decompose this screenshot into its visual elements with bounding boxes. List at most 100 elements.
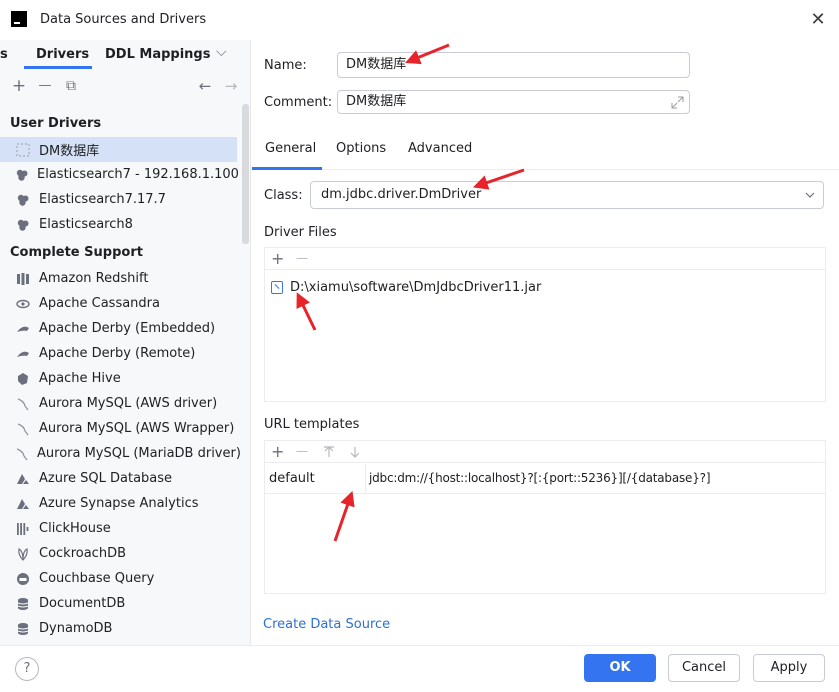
left-tabs: s Drivers DDL Mappings ⌵	[0, 40, 250, 70]
list-item-label: Elasticsearch7 - 192.168.1.100	[37, 167, 239, 182]
tab-drivers[interactable]: Drivers	[36, 47, 89, 62]
list-item[interactable]: Aurora MySQL (MariaDB driver)	[0, 441, 241, 466]
driver-file-path: D:\xiamu\software\DmJdbcDriver11.jar	[290, 279, 542, 295]
group-complete-support: Complete Support	[10, 245, 143, 260]
left-toolbar: + — ⧉ ← →	[0, 76, 250, 98]
url-templates-toolbar: + —	[265, 441, 825, 463]
tab-active-indicator	[24, 66, 92, 69]
list-item-label: Apache Derby (Remote)	[39, 346, 196, 361]
tab-active-indicator	[252, 167, 322, 170]
copy-icon[interactable]: ⧉	[62, 76, 80, 96]
couchbase-icon	[15, 571, 31, 587]
tab-options[interactable]: Options	[336, 141, 386, 156]
forward-arrow-icon[interactable]: →	[222, 76, 240, 96]
list-item[interactable]: Elasticsearch7.17.7	[0, 187, 237, 212]
list-item-label: DocumentDB	[39, 596, 126, 611]
list-item-label: Aurora MySQL (AWS Wrapper)	[39, 421, 235, 436]
url-templates-label: URL templates	[264, 417, 360, 432]
azure-icon	[15, 496, 31, 512]
list-item[interactable]: Apache Cassandra	[0, 291, 237, 316]
add-icon[interactable]: +	[271, 442, 284, 461]
tab-advanced[interactable]: Advanced	[408, 141, 472, 156]
list-item[interactable]: ClickHouse	[0, 516, 237, 541]
list-item-label: Amazon Redshift	[39, 271, 149, 286]
remove-icon[interactable]: —	[36, 76, 54, 96]
expand-icon[interactable]	[671, 96, 684, 109]
class-value: dm.jdbc.driver.DmDriver	[321, 187, 482, 202]
list-item[interactable]: DocumentDB	[0, 591, 237, 616]
dialog-footer: ? OK Cancel Apply	[0, 645, 839, 692]
list-item[interactable]: Apache Hive	[0, 366, 237, 391]
cancel-button[interactable]: Cancel	[668, 654, 740, 682]
url-template-value: jdbc:dm://{host::localhost}?[:{port::523…	[369, 471, 711, 485]
derby-icon	[15, 346, 31, 362]
list-item-label: Apache Cassandra	[39, 296, 160, 311]
list-item[interactable]: Couchbase Query	[0, 566, 237, 591]
apply-button[interactable]: Apply	[753, 654, 825, 682]
comment-field[interactable]: DM数据库	[337, 90, 690, 114]
list-item[interactable]: Amazon Redshift	[0, 266, 237, 291]
list-item-label: Azure SQL Database	[39, 471, 173, 486]
add-icon[interactable]: +	[271, 249, 284, 268]
tab-general[interactable]: General	[265, 141, 316, 156]
class-select[interactable]: dm.jdbc.driver.DmDriver	[310, 181, 824, 209]
name-label: Name:	[264, 58, 307, 73]
list-item[interactable]: Apache Derby (Remote)	[0, 341, 237, 366]
window-title: Data Sources and Drivers	[40, 12, 207, 27]
chevron-down-icon[interactable]: ⌵	[216, 44, 227, 60]
list-item[interactable]: DynamoDB	[0, 616, 237, 641]
list-item[interactable]: Aurora MySQL (AWS driver)	[0, 391, 237, 416]
list-item-label: Apache Hive	[39, 371, 121, 386]
list-item[interactable]: Aurora MySQL (AWS Wrapper)	[0, 416, 237, 441]
list-item[interactable]: CockroachDB	[0, 541, 237, 566]
driver-files-toolbar: + —	[265, 248, 825, 270]
elasticsearch-icon	[15, 167, 29, 183]
list-item[interactable]: Azure Synapse Analytics	[0, 491, 237, 516]
app-logo-icon	[11, 11, 27, 27]
url-template-name: default	[269, 471, 315, 486]
list-item[interactable]: Azure SQL Database	[0, 466, 237, 491]
driver-files-label: Driver Files	[264, 225, 337, 240]
tab-ddl-mappings[interactable]: DDL Mappings	[105, 47, 210, 62]
clickhouse-icon	[15, 521, 31, 537]
hive-icon	[15, 371, 31, 387]
name-field[interactable]: DM数据库	[337, 52, 690, 78]
column-divider	[365, 464, 366, 494]
remove-icon[interactable]: —	[296, 444, 308, 458]
remove-icon[interactable]: —	[296, 251, 308, 265]
azure-icon	[15, 471, 31, 487]
list-item-label: Apache Derby (Embedded)	[39, 321, 216, 336]
driver-file-row[interactable]: D:\xiamu\software\DmJdbcDriver11.jar	[271, 278, 541, 296]
elasticsearch-icon	[15, 217, 31, 233]
list-item[interactable]: DM数据库	[0, 137, 237, 162]
list-item-label: Aurora MySQL (MariaDB driver)	[37, 446, 241, 461]
list-item-label: Elasticsearch8	[39, 217, 133, 232]
cassandra-icon	[15, 296, 31, 312]
help-icon[interactable]: ?	[15, 657, 39, 681]
back-arrow-icon[interactable]: ←	[196, 76, 214, 96]
comment-label: Comment:	[264, 95, 333, 110]
list-item-label: DM数据库	[39, 144, 100, 159]
list-item-label: DynamoDB	[39, 621, 113, 636]
ok-button[interactable]: OK	[584, 654, 656, 682]
list-item[interactable]: Elasticsearch8	[0, 212, 237, 237]
list-item-label: CockroachDB	[39, 546, 127, 561]
move-down-icon[interactable]	[349, 446, 361, 458]
add-icon[interactable]: +	[10, 76, 28, 96]
group-user-drivers: User Drivers	[10, 116, 102, 131]
list-item-label: Azure Synapse Analytics	[39, 496, 199, 511]
scrollbar[interactable]	[242, 104, 249, 244]
list-item[interactable]: Apache Derby (Embedded)	[0, 316, 237, 341]
list-item[interactable]: Elasticsearch7 - 192.168.1.100	[0, 162, 239, 187]
tab-clipped[interactable]: s	[0, 47, 8, 62]
mysql-icon	[15, 421, 31, 437]
close-icon[interactable]: ✕	[807, 9, 829, 31]
move-up-icon[interactable]	[323, 446, 335, 458]
dm-driver-icon	[15, 142, 31, 158]
redshift-icon	[15, 271, 31, 287]
table-row[interactable]: default jdbc:dm://{host::localhost}?[:{p…	[265, 464, 825, 494]
create-data-source-link[interactable]: Create Data Source	[263, 617, 390, 632]
list-item-label: ClickHouse	[39, 521, 111, 536]
dynamodb-icon	[15, 621, 31, 637]
list-item-label: Elasticsearch7.17.7	[39, 192, 166, 207]
